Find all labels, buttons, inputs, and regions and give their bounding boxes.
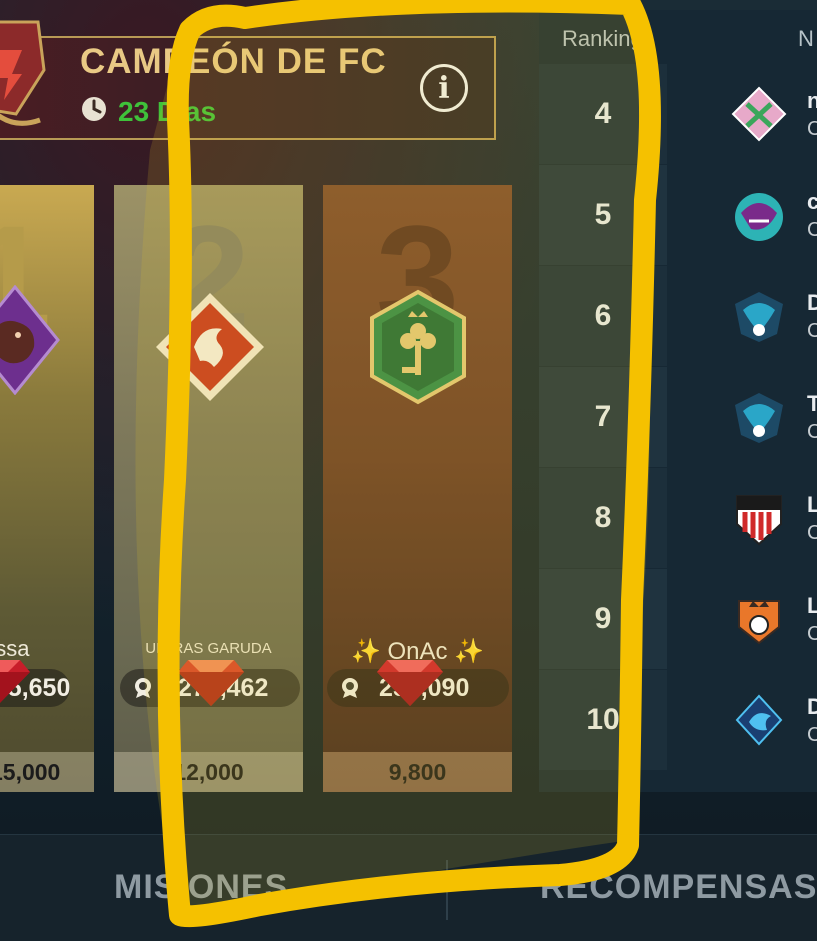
row-subtext: C [807, 623, 817, 645]
row-subtext: C [807, 724, 817, 746]
info-button[interactable]: i [420, 64, 468, 112]
row-subtext: C [807, 522, 817, 544]
row-rank: 8 [539, 468, 667, 568]
team-badge-icon [735, 193, 783, 241]
table-row[interactable]: 5 c C [539, 165, 817, 265]
row-rank: 10 [539, 670, 667, 770]
medal-icon [342, 678, 358, 698]
team-badge-icon [735, 393, 783, 443]
tab-missions[interactable]: MISIONES [114, 868, 288, 907]
row-team-name: D [807, 290, 817, 315]
row-team-name: c [807, 189, 817, 214]
row-team-name: n [807, 88, 817, 113]
row-rank: 4 [539, 64, 667, 164]
team-badge-icon [731, 86, 787, 142]
medal-icon [135, 678, 151, 698]
ruby-gem-icon [178, 660, 244, 706]
key-crest-icon [370, 289, 466, 405]
shield-emblem-icon [0, 20, 46, 126]
team-badge-icon [736, 495, 782, 546]
row-team-name: T [807, 391, 817, 416]
ranking-column-header: Ranking [562, 26, 643, 51]
name-column-header: N [798, 26, 814, 51]
row-team-name: L [807, 492, 817, 517]
row-subtext: C [807, 421, 817, 443]
row-subtext: C [807, 118, 817, 140]
table-row[interactable]: 9 L C [539, 569, 817, 669]
reward-amount: 12,000 [114, 752, 303, 792]
garuda-crest-icon [156, 293, 264, 401]
row-rank: 9 [539, 569, 667, 669]
row-subtext: C [807, 219, 817, 241]
table-row[interactable]: 7 T C [539, 367, 817, 467]
reward-amount: 9,800 [323, 752, 512, 792]
podium-card-second[interactable]: 2 ULTRAS GARUDA 270,462 12,000 [114, 185, 303, 792]
tab-divider [446, 860, 448, 920]
event-title: CAMPEÓN DE FC [80, 42, 387, 81]
podium-card-first[interactable]: 1 Nissa 355,650 15,000 [0, 185, 94, 792]
table-row[interactable]: 8 L C [539, 468, 817, 568]
bear-crest-icon [0, 285, 60, 395]
podium-card-third[interactable]: 3 ✨ OnAc ✨ 255,090 9,800 [323, 185, 512, 792]
table-row[interactable]: 4 n C [539, 64, 817, 164]
table-row[interactable]: 10 D C [539, 670, 817, 770]
reward-amount: 15,000 [0, 752, 94, 792]
team-badge-icon [735, 694, 783, 746]
clock-icon [82, 97, 106, 121]
team-badge-icon [738, 600, 780, 645]
row-rank: 7 [539, 367, 667, 467]
table-row[interactable]: 6 D C [539, 266, 817, 366]
row-team-name: L [807, 593, 817, 618]
tab-rewards[interactable]: RECOMPENSAS [540, 868, 817, 907]
row-team-name: D [807, 694, 817, 719]
ruby-gem-icon [377, 660, 443, 706]
team-badge-icon [735, 292, 783, 342]
time-remaining: 23 Días [118, 96, 217, 127]
row-rank: 5 [539, 165, 667, 265]
row-subtext: C [807, 320, 817, 342]
ruby-gem-icon [0, 660, 30, 703]
row-rank: 6 [539, 266, 667, 366]
